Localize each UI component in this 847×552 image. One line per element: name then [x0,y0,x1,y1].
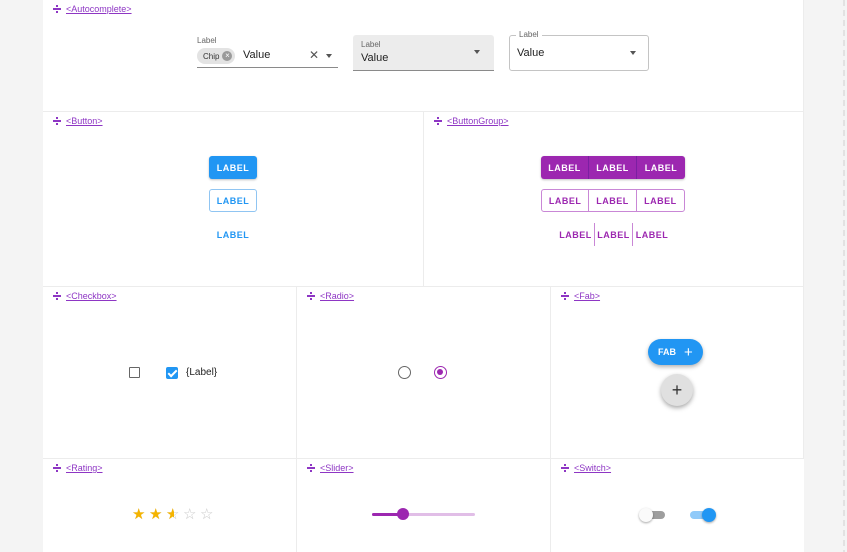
move-icon [53,5,61,13]
group-button[interactable]: LABEL [637,190,684,211]
left-gutter [0,0,43,552]
move-icon [307,464,315,472]
section-tag[interactable]: <Checkbox> [53,291,117,301]
section-title: <Autocomplete> [66,4,132,14]
move-icon [53,292,61,300]
checkbox-label: {Label} [186,367,218,378]
button-group-text: LABEL LABEL LABEL [557,223,671,246]
star-icon[interactable]: ☆ [200,507,216,522]
chevron-down-icon[interactable] [326,54,332,58]
contained-button[interactable]: LABEL [209,156,257,179]
section-title: <Rating> [66,463,103,473]
fab-label: FAB [658,347,676,357]
section-slider: <Slider> [297,459,551,552]
switch-thumb [639,508,653,522]
chevron-down-icon[interactable] [630,51,636,55]
fab-round-button[interactable]: + [661,374,693,406]
group-button[interactable]: LABEL [589,190,637,211]
section-tag[interactable]: <Fab> [561,291,600,301]
section-tag[interactable]: <Autocomplete> [53,4,132,14]
right-gutter [804,0,847,552]
group-button[interactable]: LABEL [637,156,685,179]
checkbox-checked[interactable] [166,367,178,379]
field-label: Label [516,30,542,39]
section-fab: <Fab> FAB + + [551,287,804,459]
section-autocomplete: <Autocomplete> Label Chip × Value ✕ Labe… [43,0,804,112]
clear-icon[interactable]: ✕ [309,48,319,62]
section-radio: <Radio> [297,287,551,459]
text-button[interactable]: LABEL [209,223,257,246]
move-icon [561,464,569,472]
canvas: <Autocomplete> Label Chip × Value ✕ Labe… [0,0,847,552]
button-group-contained: LABEL LABEL LABEL [541,156,685,179]
chevron-down-icon[interactable] [474,50,480,54]
group-button[interactable]: LABEL [595,223,633,246]
section-button: <Button> LABEL LABEL LABEL [43,112,424,287]
field-label: Label [361,40,381,49]
switch-thumb [702,508,716,522]
chip[interactable]: Chip × [197,48,236,64]
star-icon[interactable]: ☆ [183,507,199,522]
radio-checked[interactable] [434,366,447,379]
input-value[interactable]: Value [243,49,270,61]
move-icon [307,292,315,300]
field-label: Label [197,36,217,45]
star-fill: ★ [149,507,163,522]
chip-label: Chip [203,51,220,61]
input-value[interactable]: Value [517,47,544,59]
section-title: <Fab> [574,291,601,301]
plus-icon: + [671,379,683,400]
star-icon[interactable]: ☆ ★ [132,507,148,522]
move-icon [434,117,442,125]
move-icon [53,464,61,472]
section-title: <ButtonGroup> [447,116,509,126]
group-button[interactable]: LABEL [633,223,671,246]
autocomplete-filled[interactable]: Label Value [353,35,494,71]
group-button[interactable]: LABEL [589,156,637,179]
section-title: <Slider> [320,463,354,473]
checkbox-unchecked[interactable] [129,367,140,378]
section-switch: <Switch> [551,459,804,552]
slider-thumb[interactable] [396,508,409,520]
move-icon [53,117,61,125]
star-fill: ★ [132,507,146,522]
move-icon [561,292,569,300]
section-rating: <Rating> ☆ ★ ☆ ★ ☆ ★ ☆ ☆ [43,459,297,552]
plus-icon: + [684,343,693,361]
group-button[interactable]: LABEL [557,223,595,246]
section-tag[interactable]: <Slider> [307,463,354,473]
input-value[interactable]: Value [361,52,388,64]
section-title: <Radio> [320,291,355,301]
extended-fab[interactable]: FAB + [648,339,703,365]
switch-on[interactable] [690,508,716,522]
section-button-group: <ButtonGroup> LABEL LABEL LABEL LABEL LA… [424,112,804,287]
section-checkbox: <Checkbox> {Label} [43,287,297,459]
rating-stars[interactable]: ☆ ★ ☆ ★ ☆ ★ ☆ ☆ [132,507,216,522]
section-title: <Checkbox> [66,291,117,301]
chip-delete-icon[interactable]: × [222,51,233,61]
star-icon[interactable]: ☆ ★ [149,507,165,522]
autocomplete-outlined[interactable]: Label Value [509,30,649,71]
section-tag[interactable]: <ButtonGroup> [434,116,509,126]
section-tag[interactable]: <Switch> [561,463,611,473]
section-tag[interactable]: <Radio> [307,291,354,301]
section-title: <Button> [66,116,103,126]
button-group-outlined: LABEL LABEL LABEL [541,189,685,212]
section-tag[interactable]: <Button> [53,116,103,126]
component-sheet: <Autocomplete> Label Chip × Value ✕ Labe… [43,0,804,552]
autocomplete-standard[interactable]: Label Chip × Value ✕ [197,36,338,68]
slider-track[interactable] [372,508,475,520]
group-button[interactable]: LABEL [541,156,589,179]
outlined-button[interactable]: LABEL [209,189,257,212]
group-button[interactable]: LABEL [542,190,590,211]
switch-off[interactable] [639,508,665,522]
section-title: <Switch> [574,463,612,473]
section-tag[interactable]: <Rating> [53,463,103,473]
star-icon[interactable]: ☆ ★ [166,507,182,522]
radio-unchecked[interactable] [398,366,411,379]
star-fill: ★ [166,507,174,522]
